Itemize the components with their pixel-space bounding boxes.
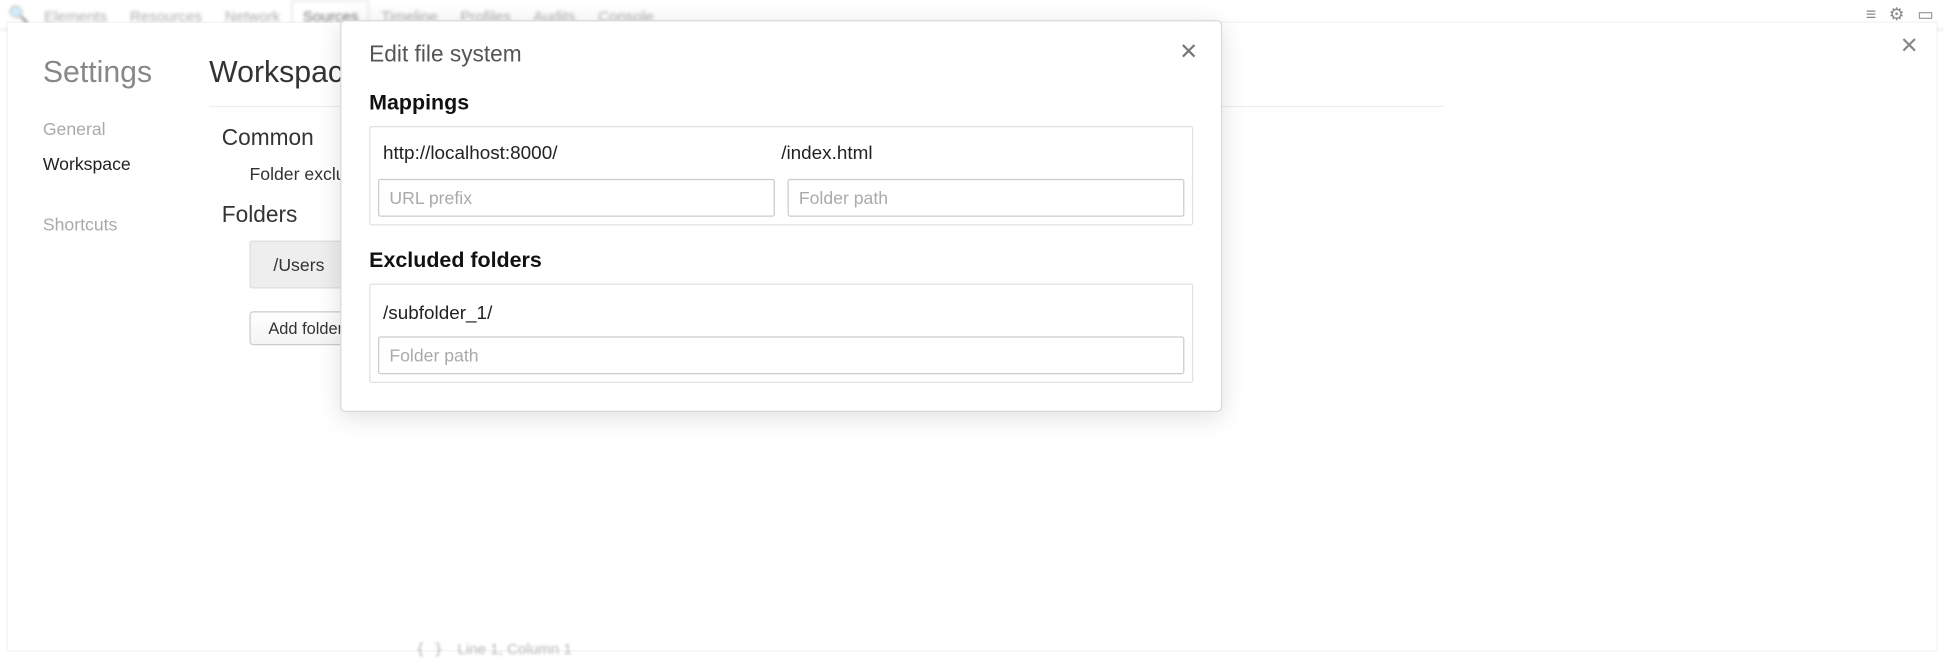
cursor-position: Line 1, Column 1 bbox=[457, 640, 571, 658]
dialog-title: Edit file system bbox=[369, 42, 1193, 68]
mapping-path: /index.html bbox=[781, 142, 1179, 163]
settings-close-icon[interactable]: ✕ bbox=[1900, 33, 1919, 59]
settings-title: Settings bbox=[43, 55, 184, 90]
excluded-heading: Excluded folders bbox=[369, 248, 1193, 273]
settings-nav: Settings General Workspace Shortcuts bbox=[8, 23, 184, 650]
excluded-box: /subfolder_1/ bbox=[369, 284, 1193, 384]
braces-icon[interactable]: { } bbox=[416, 640, 443, 658]
mapping-folder-path-input[interactable] bbox=[788, 179, 1185, 217]
mapping-url: http://localhost:8000/ bbox=[383, 142, 781, 163]
inspect-icon[interactable]: 🔍 bbox=[5, 4, 33, 24]
mapping-row[interactable]: http://localhost:8000/ /index.html bbox=[378, 135, 1184, 177]
url-prefix-input[interactable] bbox=[378, 179, 775, 217]
excluded-item[interactable]: /subfolder_1/ bbox=[378, 292, 1184, 336]
dialog-close-icon[interactable]: ✕ bbox=[1179, 39, 1198, 65]
nav-workspace[interactable]: Workspace bbox=[43, 154, 184, 174]
folder-item[interactable]: /Users bbox=[249, 241, 348, 289]
status-bar: { } Line 1, Column 1 bbox=[416, 640, 572, 658]
excluded-folder-path-input[interactable] bbox=[378, 336, 1184, 374]
nav-general[interactable]: General bbox=[43, 118, 184, 138]
mappings-heading: Mappings bbox=[369, 91, 1193, 116]
mappings-box: http://localhost:8000/ /index.html bbox=[369, 126, 1193, 226]
edit-file-system-dialog: ✕ Edit file system Mappings http://local… bbox=[340, 20, 1222, 412]
nav-shortcuts[interactable]: Shortcuts bbox=[43, 214, 184, 234]
